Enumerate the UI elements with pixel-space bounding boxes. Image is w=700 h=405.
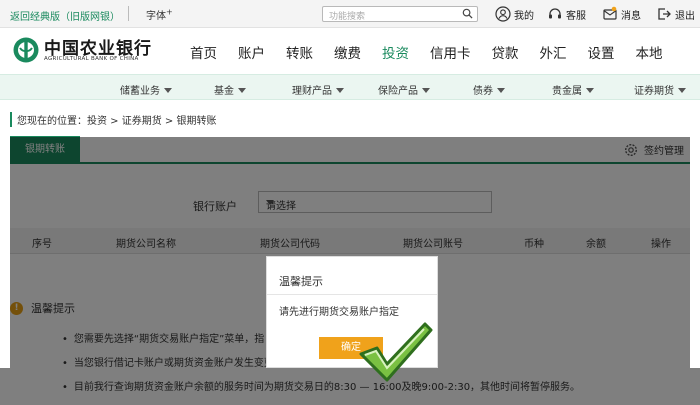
my-account-button[interactable]: 我的	[495, 5, 534, 23]
logout-label: 退出	[675, 10, 695, 22]
font-size-toggle[interactable]: 字体+	[146, 7, 173, 22]
dialog-title: 温馨提示	[279, 275, 323, 288]
font-size-plus: +	[166, 7, 173, 17]
nav-loan[interactable]: 贷款	[492, 42, 519, 62]
main-header: 中国农业银行 AGRICULTURAL BANK OF CHINA 首页 账户 …	[0, 28, 700, 72]
dialog-message: 请先进行期货交易账户指定	[279, 307, 399, 318]
nav-credit-card[interactable]: 信用卡	[430, 42, 471, 62]
chevron-down-icon	[678, 88, 686, 93]
subnav-savings-label: 储蓄业务	[120, 86, 160, 97]
checkmark-icon	[359, 322, 433, 382]
nav-investment[interactable]: 投资	[382, 42, 409, 62]
nav-payment[interactable]: 缴费	[334, 42, 361, 62]
main-nav: 首页 账户 转账 缴费 投资 信用卡 贷款 外汇 设置 本地	[190, 42, 684, 62]
nav-transfer[interactable]: 转账	[286, 42, 313, 62]
brand-name-en: AGRICULTURAL BANK OF CHINA	[44, 56, 139, 62]
chevron-down-icon	[586, 88, 594, 93]
subnav-metal[interactable]: 贵金属	[552, 82, 594, 97]
subnav-fund[interactable]: 基金	[214, 82, 246, 97]
subnav-metal-label: 贵金属	[552, 86, 582, 97]
subnav-savings[interactable]: 储蓄业务	[120, 82, 172, 97]
subnav-wealth[interactable]: 理财产品	[292, 82, 344, 97]
chevron-down-icon	[422, 88, 430, 93]
divider	[128, 6, 129, 21]
headset-icon	[549, 8, 561, 19]
customer-service-label: 客服	[566, 10, 586, 22]
font-size-label: 字体	[146, 11, 166, 22]
logout-button[interactable]: 退出	[656, 5, 695, 23]
modal-overlay-bottom	[0, 368, 700, 405]
top-utility-bar: 返回经典版（旧版网银） 字体+ 功能搜索 我的 客服 消息 退出	[0, 0, 700, 28]
subnav-wealth-label: 理财产品	[292, 86, 332, 97]
customer-service-button[interactable]: 客服	[547, 5, 586, 23]
breadcrumb: 您现在的位置：投资 > 证券期货 > 银期转账	[10, 112, 216, 127]
dialog-divider	[267, 294, 437, 295]
logout-icon	[658, 8, 671, 20]
search-icon[interactable]	[462, 8, 473, 19]
nav-local[interactable]: 本地	[636, 42, 663, 62]
subnav-insurance[interactable]: 保险产品	[378, 82, 430, 97]
user-icon	[495, 6, 511, 22]
classic-version-link[interactable]: 返回经典版（旧版网银）	[10, 8, 120, 23]
search-input[interactable]: 功能搜索	[329, 9, 365, 22]
subnav-securities-label: 证券期货	[634, 86, 674, 97]
subnav-bond-label: 债券	[473, 86, 493, 97]
my-account-label: 我的	[514, 10, 534, 22]
messages-label: 消息	[621, 10, 641, 22]
nav-forex[interactable]: 外汇	[540, 42, 567, 62]
nav-home[interactable]: 首页	[190, 42, 217, 62]
chevron-down-icon	[164, 88, 172, 93]
subnav-securities[interactable]: 证券期货	[634, 82, 686, 97]
sub-nav: 储蓄业务 基金 理财产品 保险产品 债券 贵金属 证券期货	[0, 74, 700, 100]
abc-logo-icon[interactable]	[12, 36, 40, 64]
subnav-bond[interactable]: 债券	[473, 82, 505, 97]
chevron-down-icon	[497, 88, 505, 93]
message-icon	[603, 6, 617, 20]
subnav-fund-label: 基金	[214, 86, 234, 97]
messages-button[interactable]: 消息	[602, 5, 641, 23]
subnav-insurance-label: 保险产品	[378, 86, 418, 97]
chevron-down-icon	[336, 88, 344, 93]
nav-settings[interactable]: 设置	[588, 42, 615, 62]
chevron-down-icon	[238, 88, 246, 93]
search-box[interactable]: 功能搜索	[322, 6, 478, 22]
nav-account[interactable]: 账户	[238, 42, 265, 62]
